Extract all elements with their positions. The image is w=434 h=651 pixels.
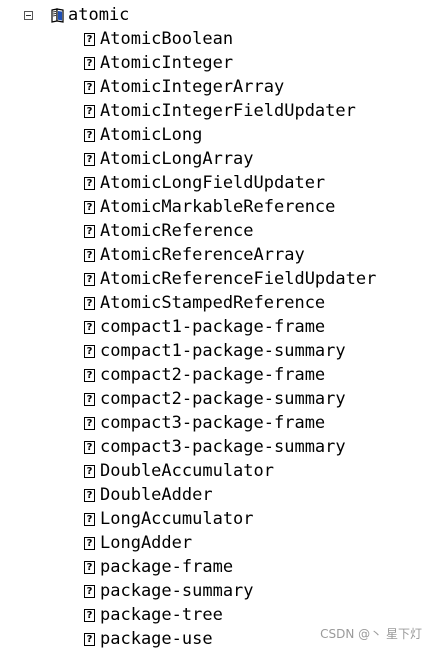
tree-item[interactable]: ? AtomicReferenceArray [84, 243, 424, 267]
tree-item-label: AtomicMarkableReference [100, 197, 336, 217]
tree-children-list: ? AtomicBoolean? AtomicInteger? AtomicInteg… [84, 27, 424, 651]
tree-item[interactable]: ? AtomicLongArray [84, 147, 424, 171]
help-page-icon: ? [84, 32, 95, 46]
tree-item[interactable]: ? LongAccumulator [84, 507, 424, 531]
help-page-icon: ? [84, 128, 95, 142]
help-page-icon: ? [84, 464, 95, 478]
tree-item-label: compact2-package-frame [100, 365, 326, 385]
tree-node-atomic[interactable]: atomic [24, 4, 129, 26]
help-page-icon: ? [84, 104, 95, 118]
tree-item[interactable]: ? AtomicInteger [84, 51, 424, 75]
tree-item[interactable]: ? compact3-package-summary [84, 435, 424, 459]
tree-item-label: package-use [100, 629, 213, 649]
tree-item-label: AtomicLong [100, 125, 203, 145]
help-page-icon: ? [84, 512, 95, 526]
tree-item[interactable]: ? package-frame [84, 555, 424, 579]
tree-item-label: AtomicIntegerFieldUpdater [100, 101, 356, 121]
tree-item[interactable]: ? AtomicMarkableReference [84, 195, 424, 219]
help-page-icon: ? [84, 632, 95, 646]
help-page-icon: ? [84, 344, 95, 358]
tree-item[interactable]: ? compact1-package-frame [84, 315, 424, 339]
help-page-icon: ? [84, 80, 95, 94]
help-page-icon: ? [84, 200, 95, 214]
collapse-toggle-icon[interactable] [24, 10, 33, 20]
help-page-icon: ? [84, 56, 95, 70]
tree-item-label: AtomicLongArray [100, 149, 254, 169]
tree-item[interactable]: ? compact2-package-frame [84, 363, 424, 387]
help-page-icon: ? [84, 560, 95, 574]
tree-item-label: AtomicBoolean [100, 29, 234, 49]
tree-item[interactable]: ? package-summary [84, 579, 424, 603]
tree-item-label: AtomicInteger [100, 53, 234, 73]
tree-item[interactable]: ? AtomicBoolean [84, 27, 424, 51]
help-page-icon: ? [84, 176, 95, 190]
tree-item-label: package-frame [100, 557, 234, 577]
tree-item-label: AtomicReferenceArray [100, 245, 305, 265]
tree-item[interactable]: ? compact2-package-summary [84, 387, 424, 411]
tree-item[interactable]: ? AtomicReferenceFieldUpdater [84, 267, 424, 291]
tree-item-label: AtomicReference [100, 221, 254, 241]
tree-item-label: AtomicStampedReference [100, 293, 326, 313]
tree-item[interactable]: ? AtomicLongFieldUpdater [84, 171, 424, 195]
tree-item-label: compact2-package-summary [100, 389, 346, 409]
help-page-icon: ? [84, 488, 95, 502]
help-page-icon: ? [84, 440, 95, 454]
help-page-icon: ? [84, 416, 95, 430]
tree-item-label: package-tree [100, 605, 223, 625]
book-folder-icon [50, 7, 66, 23]
tree-item[interactable]: ? AtomicStampedReference [84, 291, 424, 315]
help-page-icon: ? [84, 368, 95, 382]
tree-item[interactable]: ? DoubleAdder [84, 483, 424, 507]
tree-item-label: LongAdder [100, 533, 193, 553]
help-page-icon: ? [84, 584, 95, 598]
help-page-icon: ? [84, 248, 95, 262]
help-page-icon: ? [84, 608, 95, 622]
tree-item[interactable]: ? compact1-package-summary [84, 339, 424, 363]
help-page-icon: ? [84, 320, 95, 334]
help-page-icon: ? [84, 152, 95, 166]
tree-item[interactable]: ? compact3-package-frame [84, 411, 424, 435]
tree-item-label: DoubleAccumulator [100, 461, 274, 481]
help-topics-tree: atomic ? AtomicBoolean? AtomicInteger? Atom… [0, 0, 434, 650]
tree-item[interactable]: ? AtomicReference [84, 219, 424, 243]
help-page-icon: ? [84, 224, 95, 238]
help-page-icon: ? [84, 272, 95, 286]
tree-item[interactable]: ? LongAdder [84, 531, 424, 555]
tree-item-label: compact1-package-summary [100, 341, 346, 361]
tree-item-label: AtomicReferenceFieldUpdater [100, 269, 377, 289]
tree-node-label: atomic [68, 5, 130, 25]
watermark-text: CSDN @丶 星下灯 [320, 627, 422, 641]
tree-item[interactable]: ? AtomicLong [84, 123, 424, 147]
tree-item-label: compact3-package-summary [100, 437, 346, 457]
help-page-icon: ? [84, 392, 95, 406]
tree-item[interactable]: ? DoubleAccumulator [84, 459, 424, 483]
tree-item-label: compact3-package-frame [100, 413, 326, 433]
tree-item-label: AtomicLongFieldUpdater [100, 173, 326, 193]
tree-item-label: LongAccumulator [100, 509, 254, 529]
tree-item[interactable]: ? package-tree [84, 603, 424, 627]
help-page-icon: ? [84, 296, 95, 310]
tree-item-label: AtomicIntegerArray [100, 77, 285, 97]
tree-item-label: DoubleAdder [100, 485, 213, 505]
tree-item-label: package-summary [100, 581, 254, 601]
help-page-icon: ? [84, 536, 95, 550]
tree-item[interactable]: ? AtomicIntegerFieldUpdater [84, 99, 424, 123]
tree-item[interactable]: ? AtomicIntegerArray [84, 75, 424, 99]
tree-item-label: compact1-package-frame [100, 317, 326, 337]
